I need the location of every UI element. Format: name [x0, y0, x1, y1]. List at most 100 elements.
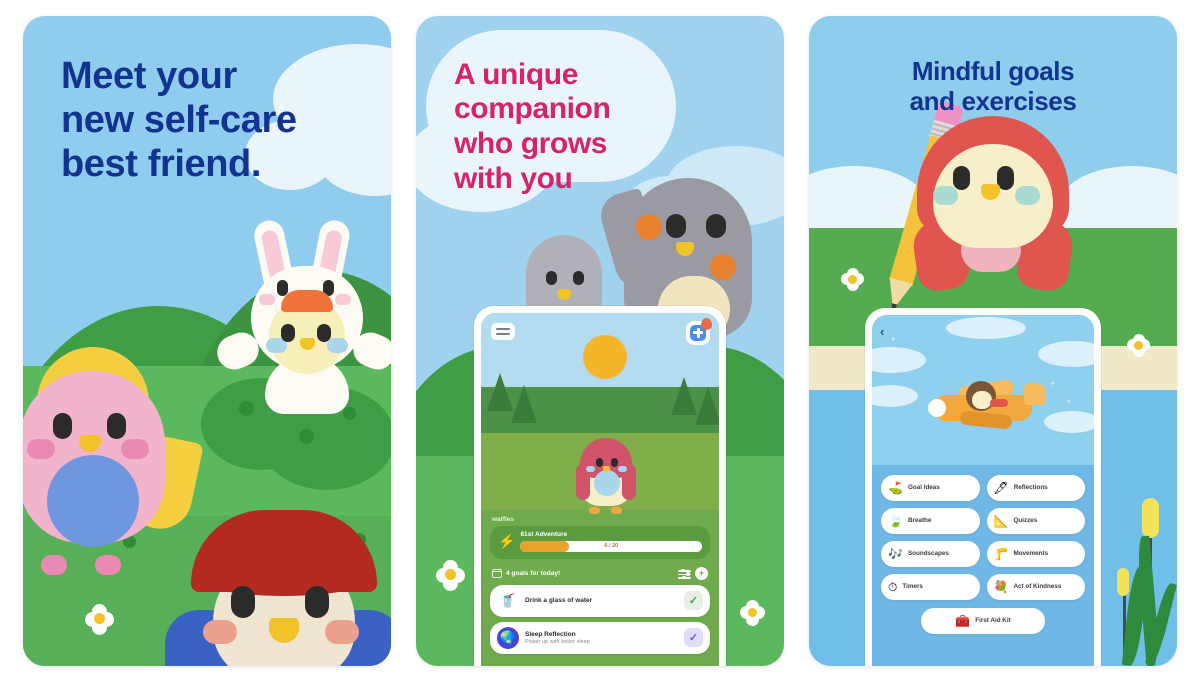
- bird-cheek: [1015, 185, 1040, 205]
- exercise-button-timers[interactable]: ⏱ Timers: [881, 573, 980, 600]
- exercise-button-first-aid-kit[interactable]: 🧰 First Aid Kit: [921, 607, 1045, 634]
- bird-eye: [281, 323, 295, 342]
- exercise-button-label: Breathe: [907, 516, 932, 524]
- bird-cheek: [325, 619, 359, 644]
- cattail-plant: [1111, 496, 1177, 666]
- bird-cheek: [121, 438, 149, 459]
- quest-progress-bar: 6 / 20: [520, 540, 702, 552]
- exercise-button-soundscapes[interactable]: 🎶 Soundscapes: [881, 540, 980, 567]
- exercise-button-label: Quizzes: [1013, 516, 1038, 524]
- exercise-button-breathe[interactable]: 🍃 Breathe: [881, 507, 980, 534]
- goal-title: Drink a glass of water: [525, 597, 593, 604]
- bird-pilot-airplane: [928, 373, 1046, 433]
- exercise-button-act-of-kindness[interactable]: 💐 Act of Kindness: [986, 573, 1085, 600]
- exercise-button-goal-ideas[interactable]: ⛳ Goal Ideas: [881, 474, 980, 501]
- screenshot-card-1[interactable]: Meet your new self-care best friend.: [23, 15, 391, 666]
- bunny-hood-bird-character: [212, 217, 391, 414]
- phone-mockup-home: waffles ⚡ 61st Adventure 6 / 20 4 goals …: [474, 305, 726, 666]
- bird-belly: [47, 454, 139, 547]
- bird-cheek: [203, 619, 237, 644]
- bird-foot: [41, 554, 67, 575]
- bird-eye: [107, 412, 126, 439]
- exercise-button-label: Movements: [1013, 549, 1049, 557]
- hamburger-icon[interactable]: [491, 322, 515, 340]
- phone-hero-scene: ✦ ✦ ✦ ‹: [872, 314, 1094, 465]
- red-hair-bird-character: [165, 509, 391, 666]
- bird-hair: [191, 509, 377, 596]
- red-bird-with-pencil-character: [905, 115, 1081, 293]
- flower-icon: [85, 603, 115, 635]
- goal-list-item[interactable]: 🥤 Drink a glass of water ✓: [490, 584, 710, 617]
- goal-check-button[interactable]: ✓: [684, 628, 703, 647]
- bird-cheek: [327, 337, 348, 353]
- bird-eye: [53, 412, 72, 439]
- first-aid-kit-icon: 🧰: [955, 613, 971, 628]
- bird-beak: [300, 337, 315, 350]
- goal-check-button[interactable]: ✓: [684, 591, 703, 610]
- first-aid-badge-icon[interactable]: [686, 317, 712, 345]
- exercise-button-label: Act of Kindness: [1013, 582, 1062, 590]
- phone-screen: ✦ ✦ ✦ ‹ ⛳ Goal Ideas 🖋 Reflections 🍃 Bre…: [872, 314, 1094, 666]
- exercise-button-movements[interactable]: 🦵 Movements: [986, 540, 1085, 567]
- screenshot-card-2[interactable]: A unique companion who grows with you wa…: [416, 15, 784, 666]
- exercise-button-label: Reflections: [1013, 483, 1048, 491]
- stopwatch-icon: ⏱: [888, 579, 898, 594]
- bird-foot: [95, 554, 121, 575]
- flower-icon: [436, 559, 466, 591]
- goals-count-label: 4 goals for today!: [506, 569, 561, 577]
- triangle-ruler-icon: 📐: [993, 513, 1009, 528]
- flower-icon: [740, 599, 766, 626]
- home-panel: waffles ⚡ 61st Adventure 6 / 20 4 goals …: [481, 509, 719, 666]
- music-notes-icon: 🎶: [888, 546, 903, 561]
- plus-icon[interactable]: +: [695, 566, 708, 580]
- page-title: Mindful goals and exercises: [909, 55, 1077, 116]
- bird-eye: [317, 323, 331, 342]
- glass-of-water-icon: 🥤: [497, 589, 519, 612]
- muscle-icon: 🦵: [993, 546, 1009, 561]
- pet-bird-avatar[interactable]: [576, 437, 636, 514]
- exercise-button-quizzes[interactable]: 📐 Quizzes: [986, 507, 1085, 534]
- goal-subtitle: Power up with better sleep: [525, 638, 590, 645]
- exercise-button-label: Timers: [902, 582, 923, 590]
- bird-cheek: [27, 438, 55, 459]
- quest-progress-label: 6 / 20: [604, 543, 619, 549]
- goal-title: Sleep Reflection: [525, 630, 576, 638]
- leaf-wind-icon: 🍃: [888, 513, 903, 528]
- exercise-button-reflections[interactable]: 🖋 Reflections: [986, 474, 1085, 501]
- phone-mockup-exercises: ✦ ✦ ✦ ‹ ⛳ Goal Ideas 🖋 Reflections 🍃 Bre…: [865, 307, 1101, 666]
- goals-header: 4 goals for today! +: [492, 566, 708, 580]
- golf-flag-icon: ⛳: [888, 480, 903, 495]
- pet-name-label: waffles: [492, 515, 515, 523]
- exercise-button-label: First Aid Kit: [975, 616, 1011, 624]
- bouquet-icon: 💐: [993, 579, 1009, 594]
- screenshot-gallery: Meet your new self-care best friend. A u…: [0, 0, 1200, 681]
- goal-list-item[interactable]: 🌏 Sleep Reflection Power up with better …: [490, 621, 710, 654]
- exercise-button-grid: ⛳ Goal Ideas 🖋 Reflections 🍃 Breathe 📐 Q…: [872, 467, 1094, 666]
- bird-eye: [231, 585, 255, 618]
- bird-eye: [305, 585, 329, 618]
- bird-cheek: [933, 185, 958, 205]
- adventure-quest-card[interactable]: ⚡ 61st Adventure 6 / 20: [490, 525, 710, 559]
- bird-beak: [981, 183, 1000, 200]
- page-title: A unique companion who grows with you: [454, 57, 611, 195]
- sleep-moon-icon: 🌏: [497, 626, 519, 649]
- pen-icon: 🖋: [993, 480, 1009, 495]
- sun-icon: [583, 334, 627, 379]
- pink-bird-character: [23, 346, 204, 575]
- flower-icon: [841, 267, 865, 292]
- chevron-left-icon[interactable]: ‹: [880, 324, 894, 339]
- bird-eye: [953, 165, 970, 190]
- page-title: Meet your new self-care best friend.: [61, 54, 297, 185]
- exercise-button-label: Goal Ideas: [907, 483, 940, 491]
- exercise-button-label: Soundscapes: [907, 549, 949, 557]
- sliders-icon[interactable]: [678, 568, 691, 580]
- calendar-icon: [492, 568, 502, 578]
- quest-title: 61st Adventure: [520, 530, 568, 538]
- bunny-cheek: [259, 293, 275, 305]
- bunny-eye: [277, 279, 288, 296]
- bush-dot: [343, 406, 356, 420]
- bunny-cheek: [335, 293, 351, 305]
- phone-screen: waffles ⚡ 61st Adventure 6 / 20 4 goals …: [481, 312, 719, 666]
- bush-dot: [299, 428, 314, 444]
- screenshot-card-3[interactable]: Mindful goals and exercises ✦ ✦ ✦ ‹ ⛳ Go…: [809, 15, 1177, 666]
